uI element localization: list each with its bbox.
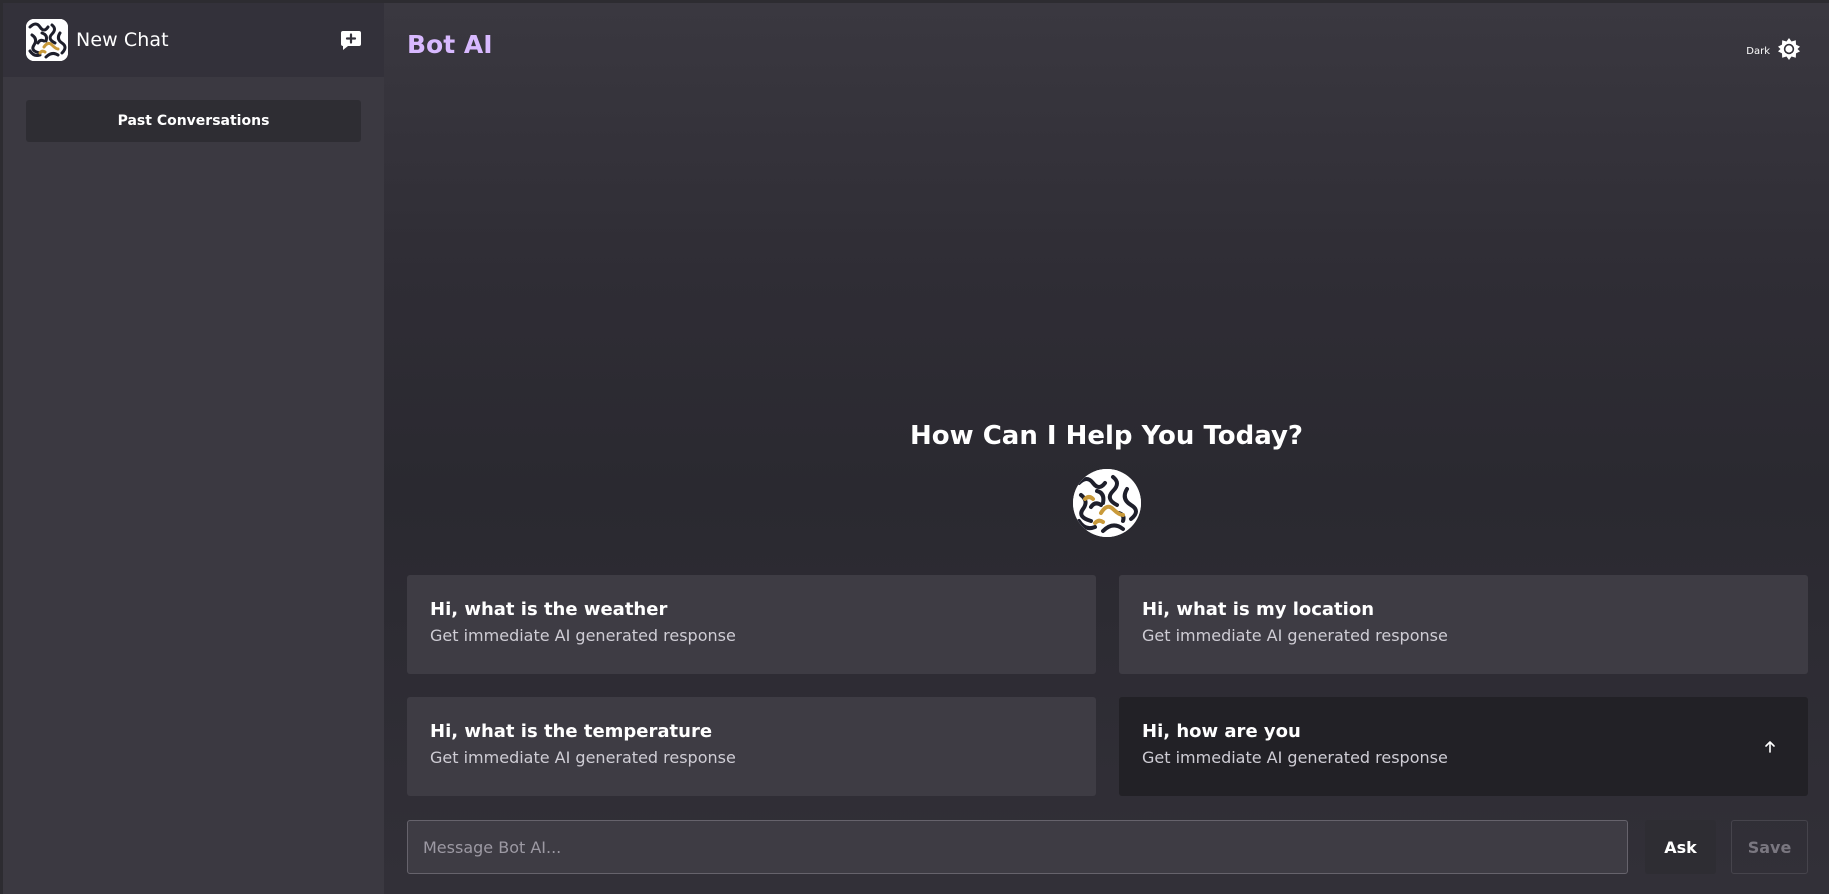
card-title: Hi, what is my location — [1142, 599, 1375, 620]
theme-label: Dark — [1746, 45, 1770, 57]
new-chat-icon[interactable] — [339, 28, 363, 52]
main-panel: Bot AI Dark How Can I Help You Today? Hi… — [384, 3, 1829, 894]
suggestion-card[interactable]: Hi, what is my location Get immediate AI… — [1119, 575, 1808, 674]
bot-avatar — [1073, 469, 1141, 537]
past-conversations-button[interactable]: Past Conversations — [26, 100, 361, 142]
new-chat-label[interactable]: New Chat — [76, 29, 339, 51]
message-input[interactable] — [407, 820, 1628, 874]
greeting-heading: How Can I Help You Today? — [910, 421, 1303, 451]
save-button[interactable]: Save — [1731, 820, 1808, 874]
sun-icon[interactable] — [1777, 37, 1801, 65]
ask-button[interactable]: Ask — [1645, 820, 1716, 874]
sidebar: New Chat Past Conversations — [3, 3, 384, 894]
arrow-up-icon[interactable] — [1760, 737, 1780, 757]
card-subtitle: Get immediate AI generated response — [430, 748, 736, 767]
card-subtitle: Get immediate AI generated response — [1142, 626, 1448, 645]
card-subtitle: Get immediate AI generated response — [430, 626, 736, 645]
page-title: Bot AI — [407, 30, 493, 59]
card-title: Hi, what is the weather — [430, 599, 668, 620]
card-subtitle: Get immediate AI generated response — [1142, 748, 1448, 767]
bot-logo — [26, 19, 68, 61]
theme-toggle[interactable]: Dark — [1746, 37, 1801, 65]
suggestion-card[interactable]: Hi, how are you Get immediate AI generat… — [1119, 697, 1808, 796]
sidebar-header: New Chat — [3, 3, 384, 77]
card-title: Hi, what is the temperature — [430, 721, 713, 742]
card-title: Hi, how are you — [1142, 721, 1301, 742]
suggestion-card[interactable]: Hi, what is the temperature Get immediat… — [407, 697, 1096, 796]
suggestion-card[interactable]: Hi, what is the weather Get immediate AI… — [407, 575, 1096, 674]
